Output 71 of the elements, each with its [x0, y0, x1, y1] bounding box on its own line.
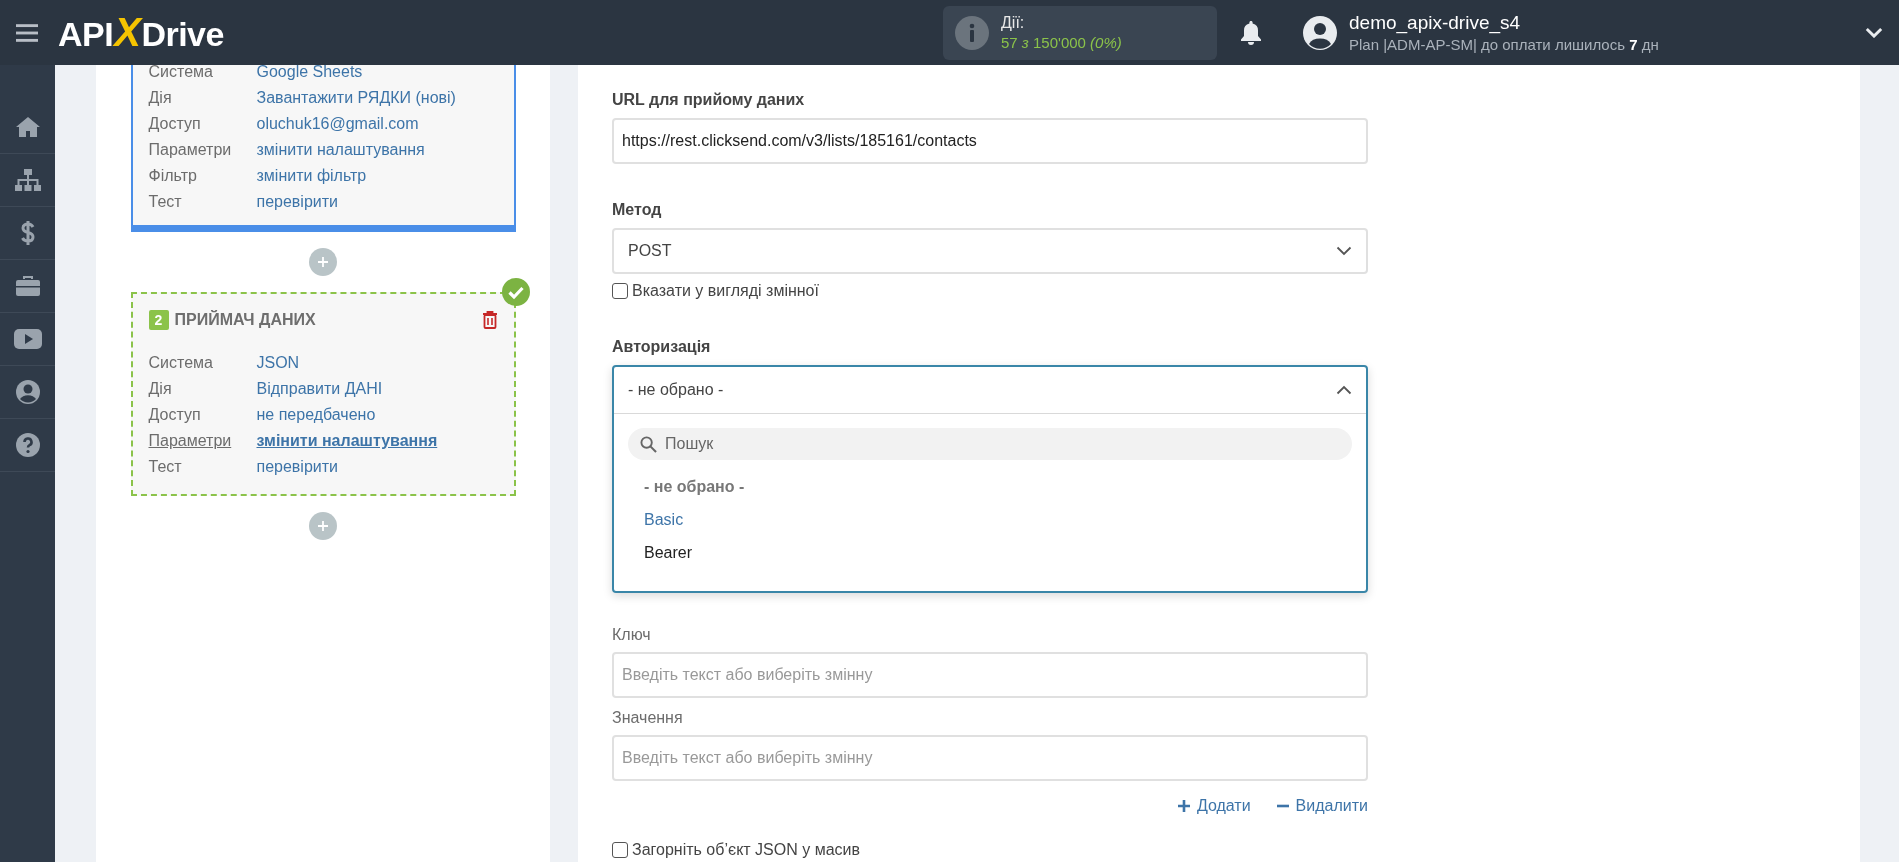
field-label: Метод [612, 201, 663, 219]
field-label: Ключ [612, 626, 652, 644]
menu-icon[interactable] [16, 23, 38, 42]
help-icon[interactable] [15, 433, 40, 457]
sitemap-icon[interactable] [13, 168, 42, 192]
user-name: demo_apix-drive_s4 [1349, 12, 1522, 34]
search-field[interactable]: Пошук [628, 428, 1352, 460]
field-label: Значення [612, 709, 684, 727]
setting-link[interactable]: oluchuk16@gmail.com [256, 115, 419, 133]
field-label: Параметри [148, 141, 233, 159]
field-label: Тест [148, 458, 183, 476]
value-field[interactable]: Введіть текст або виберіть змінну [612, 735, 1368, 781]
card-title: ПРИЙМАЧ ДАНИХ [174, 311, 316, 329]
field-label: Доступ [148, 115, 202, 133]
plus-icon [1177, 800, 1190, 812]
trash-icon[interactable] [481, 311, 498, 329]
key-field[interactable]: Введіть текст або виберіть змінну [612, 652, 1368, 698]
checkbox[interactable] [612, 842, 628, 858]
selected-value: - не обрано - [628, 381, 724, 399]
dropdown-option[interactable]: Bearer [628, 536, 1352, 569]
setting-link[interactable]: змінити налаштування [256, 141, 425, 159]
flow-card[interactable]: Система Google Sheets Дія Завантажити РЯДКИ (нові) Доступ oluchuk16@gmail.com Параметри змінити налаштування Фільтр змінити фільтр Тест перевірити [130, 65, 516, 232]
info-icon [955, 15, 989, 50]
video-play-icon[interactable] [13, 329, 42, 349]
plan-info: Plan |ADM-AP-SM| до оплати лишилось 7 дн [1349, 36, 1659, 53]
chevron-down-icon [1336, 246, 1352, 256]
method-select[interactable]: POST [612, 228, 1368, 274]
bell-icon[interactable] [1239, 19, 1263, 46]
setting-link[interactable]: перевірити [256, 458, 338, 476]
user-icon[interactable] [15, 380, 40, 404]
step-number: 2 [148, 310, 169, 330]
chevron-down-icon[interactable] [1865, 27, 1883, 38]
field-label: Доступ [148, 406, 202, 424]
actions-label: Дії: [1001, 14, 1026, 32]
checkbox-label: Загорніть об’єкт JSON у масив [632, 841, 860, 859]
field-label: Фільтр [148, 167, 198, 185]
add-link[interactable]: Додати [1177, 797, 1251, 815]
url-field[interactable]: https://rest.clicksend.com/v3/lists/185161/contacts [612, 118, 1368, 164]
auth-dropdown[interactable]: - не обрано - Пошук - не обрано - Basic Bearer [612, 365, 1368, 593]
field-label: Тест [148, 193, 183, 211]
setting-link[interactable]: перевірити [256, 193, 338, 211]
field-label: URL для прийому даних [612, 91, 806, 109]
setting-link[interactable]: JSON [256, 354, 300, 372]
setting-link[interactable]: змінити фільтр [256, 167, 367, 185]
plus-icon [317, 520, 329, 532]
checkbox[interactable] [612, 283, 628, 299]
setting-link[interactable]: Відправити ДАНІ [256, 380, 383, 398]
setting-link[interactable]: Завантажити РЯДКИ (нові) [256, 89, 456, 107]
setting-link[interactable]: змінити налаштування [256, 432, 438, 450]
actions-usage: 57 з 150'000 (0%) [1001, 34, 1122, 51]
search-icon [640, 436, 657, 453]
checkbox-label: Вказати у вигляді змінної [632, 282, 819, 300]
dropdown-option[interactable]: - не обрано - [628, 470, 1352, 503]
setting-link[interactable]: не передбачено [256, 406, 376, 424]
setting-link[interactable]: Google Sheets [256, 65, 363, 81]
field-label: Система [148, 354, 214, 372]
field-label: Система [148, 65, 214, 81]
logo[interactable]: APIXDrive [58, 10, 224, 55]
briefcase-icon[interactable] [14, 275, 41, 297]
field-label: Дія [148, 380, 173, 398]
plus-icon [317, 256, 329, 268]
remove-link[interactable]: Видалити [1276, 797, 1368, 815]
home-icon[interactable] [14, 116, 41, 138]
field-label: Дія [148, 89, 173, 107]
flow-card[interactable]: 2 ПРИЙМАЧ ДАНИХ Система JSON Дія Відправити ДАНІ Доступ не передбачено Параметри змінити налаштування Тест перевірити [130, 292, 516, 496]
dropdown-option[interactable]: Basic [628, 503, 1352, 536]
field-label: Параметри [148, 432, 233, 450]
chevron-up-icon [1336, 385, 1352, 395]
avatar-icon[interactable] [1303, 15, 1337, 50]
field-label: Авторизація [612, 338, 712, 356]
dollar-icon[interactable] [19, 220, 36, 246]
